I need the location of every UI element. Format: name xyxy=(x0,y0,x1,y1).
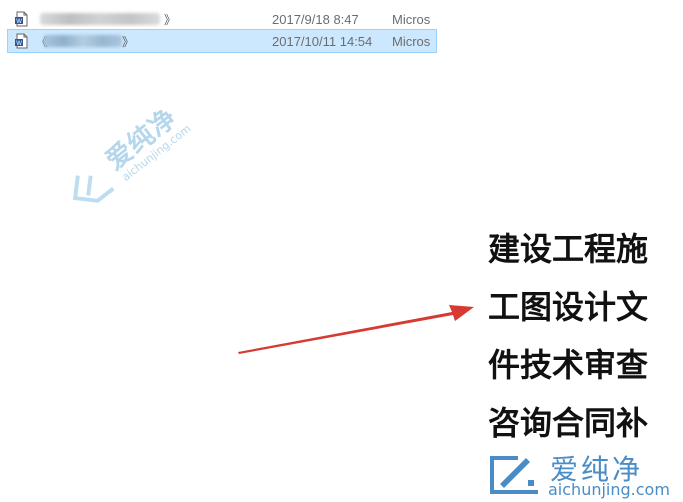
watermark: 爱纯净 aichunjing.com xyxy=(28,39,254,262)
file-row-selected[interactable]: W 《 》 2017/10/11 14:54 Micros xyxy=(7,29,437,53)
document-text: 建设工程施 工图设计文 件技术审查 咨询合同补 xyxy=(488,220,678,452)
file-name-tail: 》 xyxy=(164,13,177,27)
brand-logo-icon xyxy=(490,456,538,494)
brand-logo: 爱纯净 aichunjing.com xyxy=(484,446,683,502)
file-date: 2017/10/11 14:54 xyxy=(272,33,373,49)
brand-logo-url: aichunjing.com xyxy=(548,480,670,499)
redacted-name xyxy=(44,35,122,47)
svg-text:W: W xyxy=(16,41,22,47)
file-type: Micros xyxy=(392,33,431,49)
word-document-icon: W xyxy=(15,11,28,27)
document-line: 工图设计文 xyxy=(488,288,649,326)
file-type: Micros xyxy=(392,11,431,27)
svg-text:W: W xyxy=(16,19,22,25)
redacted-name xyxy=(40,13,160,25)
file-name-tail: 》 xyxy=(122,35,135,49)
file-date: 2017/9/18 8:47 xyxy=(272,11,359,27)
document-line: 咨询合同补 xyxy=(488,404,649,442)
document-line: 建设工程施 xyxy=(488,230,649,268)
file-list: W 》 2017/9/18 8:47 Micros W 《 》 2017/10/… xyxy=(7,8,437,53)
file-row[interactable]: W 》 2017/9/18 8:47 Micros xyxy=(8,8,436,30)
document-line: 件技术审查 xyxy=(488,346,649,384)
file-name[interactable]: 》 xyxy=(40,11,272,27)
word-document-icon: W xyxy=(15,33,28,49)
